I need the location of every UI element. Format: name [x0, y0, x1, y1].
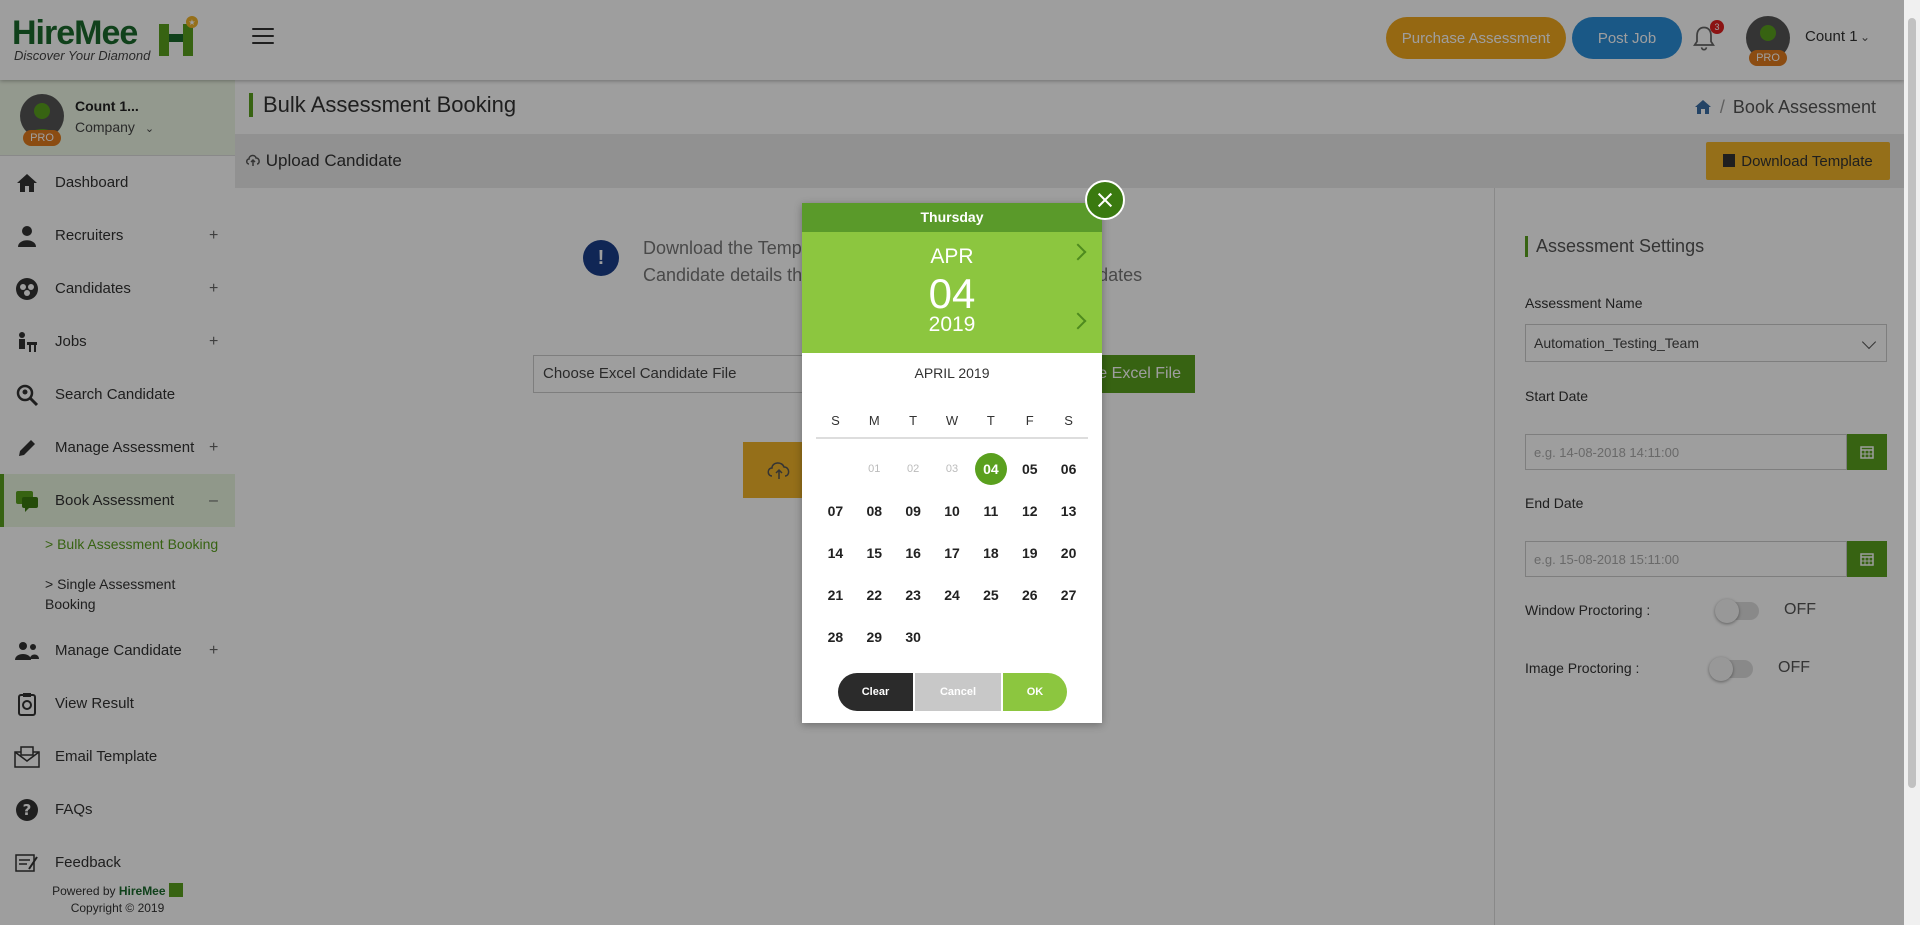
datepicker-year: 2019: [928, 313, 976, 336]
datepicker-day[interactable]: 13: [1049, 490, 1088, 532]
datepicker-day[interactable]: 19: [1010, 532, 1049, 574]
datepicker-day[interactable]: 30: [894, 616, 933, 658]
datepicker-day[interactable]: 20: [1049, 532, 1088, 574]
datepicker-week-row: 28 29 30: [816, 616, 1088, 658]
datepicker-weekday: Thursday: [802, 203, 1102, 232]
weekday-header: F: [1025, 413, 1034, 428]
datepicker-day[interactable]: 05: [1010, 448, 1049, 490]
datepicker-header: APR 04 2019: [802, 232, 1102, 353]
datepicker-day[interactable]: 14: [816, 532, 855, 574]
datepicker-empty-cell: [1049, 616, 1088, 658]
datepicker-day: 04: [928, 270, 976, 317]
datepicker-month-title: APRIL 2019: [914, 365, 990, 381]
datepicker-empty-cell: [1010, 616, 1049, 658]
datepicker-day[interactable]: 25: [971, 574, 1010, 616]
datepicker-week-row: 07 08 09 10 11 12 13: [816, 490, 1088, 532]
clear-button[interactable]: Clear: [838, 673, 913, 711]
datepicker-day[interactable]: 28: [816, 616, 855, 658]
datepicker-day[interactable]: 27: [1049, 574, 1088, 616]
datepicker-day[interactable]: 10: [933, 490, 972, 532]
datepicker-day[interactable]: 23: [894, 574, 933, 616]
weekday-header: S: [1064, 413, 1073, 428]
datepicker-day-grid: 01 02 03 04 05 06 07 08 09 10 11 12 13 14 15 16 17 18 19 20…: [816, 448, 1088, 658]
datepicker-weekday-header: S M T W T F S: [816, 413, 1088, 439]
datepicker-day[interactable]: 06: [1049, 448, 1088, 490]
datepicker-actions: Clear Cancel OK: [838, 673, 1067, 711]
datepicker-day[interactable]: 21: [816, 574, 855, 616]
datepicker-empty-cell: [971, 616, 1010, 658]
ok-button[interactable]: OK: [1003, 673, 1067, 711]
datepicker-day-disabled: 03: [945, 463, 959, 475]
datepicker-day-selected[interactable]: 04: [971, 448, 1010, 490]
datepicker-day[interactable]: 11: [971, 490, 1010, 532]
page-scrollbar[interactable]: [1904, 0, 1920, 925]
weekday-header: T: [909, 413, 918, 428]
datepicker-week-row: 01 02 03 04 05 06: [816, 448, 1088, 490]
datepicker-day[interactable]: 07: [816, 490, 855, 532]
datepicker-day-disabled: 01: [868, 463, 881, 475]
datepicker-week-row: 14 15 16 17 18 19 20: [816, 532, 1088, 574]
datepicker-empty-cell: [933, 616, 972, 658]
selected-day-label: 04: [974, 453, 1007, 485]
datepicker-month: APR: [930, 245, 974, 268]
datepicker-week-row: 21 22 23 24 25 26 27: [816, 574, 1088, 616]
datepicker-day[interactable]: 12: [1010, 490, 1049, 532]
datepicker: Thursday APR 04 2019 APRIL 2019 S M T W …: [802, 203, 1102, 723]
weekday-header: S: [831, 413, 840, 428]
datepicker-day[interactable]: 29: [855, 616, 894, 658]
datepicker-close-button[interactable]: [1085, 180, 1125, 220]
cancel-button[interactable]: Cancel: [915, 673, 1001, 711]
weekday-header: M: [868, 413, 880, 428]
datepicker-day[interactable]: 09: [894, 490, 933, 532]
weekday-header: T: [986, 413, 995, 428]
datepicker-empty-cell: [816, 448, 855, 490]
datepicker-day[interactable]: 17: [933, 532, 972, 574]
datepicker-day[interactable]: 26: [1010, 574, 1049, 616]
datepicker-day[interactable]: 18: [971, 532, 1010, 574]
datepicker-day[interactable]: 16: [894, 532, 933, 574]
datepicker-day-disabled: 02: [907, 463, 920, 475]
datepicker-day[interactable]: 22: [855, 574, 894, 616]
scrollbar-thumb[interactable]: [1908, 18, 1916, 788]
weekday-header: W: [945, 413, 959, 428]
datepicker-day[interactable]: 15: [855, 532, 894, 574]
datepicker-day[interactable]: 24: [933, 574, 972, 616]
datepicker-day[interactable]: 08: [855, 490, 894, 532]
